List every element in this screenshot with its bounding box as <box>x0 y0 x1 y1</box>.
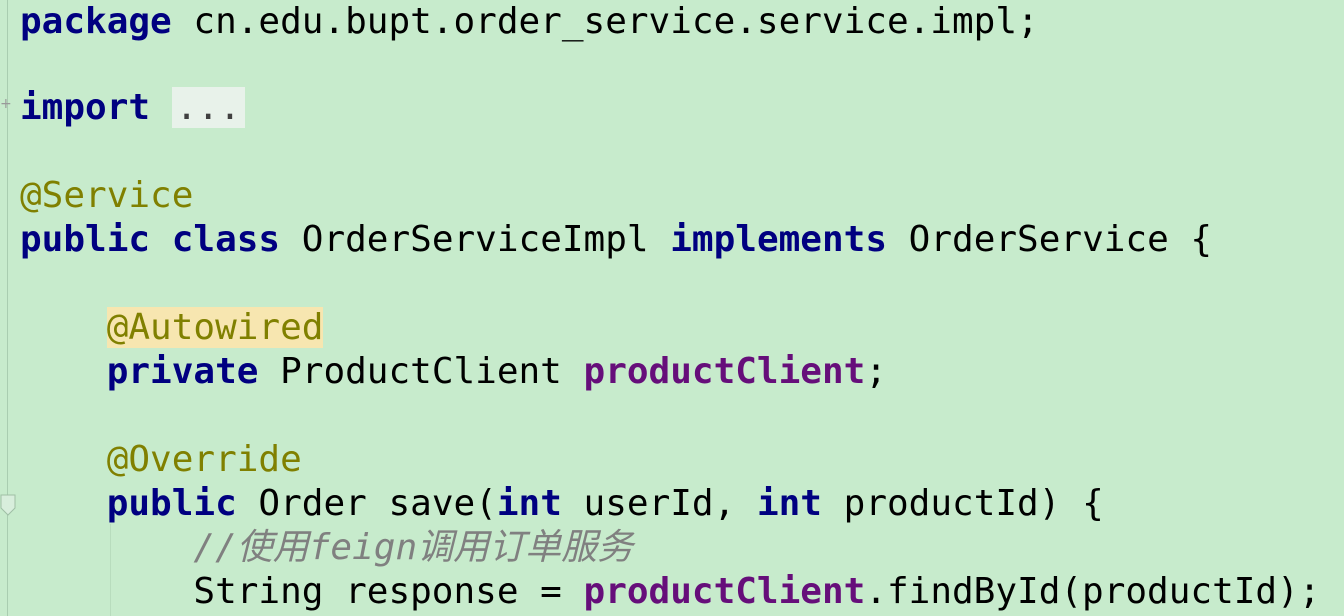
code-line-service-annotation: @Service <box>20 174 193 218</box>
param-productid: productId) { <box>821 483 1104 524</box>
code-line-comment: //使用feign调用订单服务 <box>20 526 633 570</box>
comment-feign: feign <box>308 527 418 568</box>
package-name: cn.edu.bupt.order_service.service.impl; <box>171 1 1039 42</box>
annotation-autowired: @Autowired <box>106 307 324 348</box>
import-fold-placeholder[interactable]: ... <box>171 87 245 128</box>
keyword-int-1: int <box>496 483 562 524</box>
gutter-divider <box>7 0 8 616</box>
field-type: ProductClient <box>258 351 584 392</box>
keyword-class: class <box>171 219 281 260</box>
statement-suffix: .findById(productId); <box>865 571 1321 612</box>
keyword-import: import <box>20 87 151 128</box>
annotation-service: @Service <box>20 175 194 216</box>
code-line-package: package cn.edu.bupt.order_service.servic… <box>20 0 1039 44</box>
interface-name: OrderService { <box>887 219 1213 260</box>
param-userid: userId, <box>561 483 757 524</box>
keyword-method-public: public <box>106 483 237 524</box>
code-line-method-signature: public Order save(int userId, int produc… <box>20 482 1104 526</box>
keyword-public: public <box>20 219 151 260</box>
statement-prefix: String response = <box>193 571 584 612</box>
semicolon: ; <box>865 351 887 392</box>
code-line-statement: String response = productClient.findById… <box>20 570 1320 614</box>
keyword-implements: implements <box>670 219 887 260</box>
class-name: OrderServiceImpl <box>280 219 671 260</box>
plus-icon[interactable]: + <box>0 97 14 111</box>
method-signature-start: Order save( <box>236 483 497 524</box>
statement-field: productClient <box>583 571 866 612</box>
comment-prefix: //使用 <box>193 527 309 568</box>
code-line-import: import ... <box>20 86 245 130</box>
annotation-override: @Override <box>106 439 302 480</box>
keyword-private: private <box>106 351 259 392</box>
comment-suffix: 调用订单服务 <box>417 527 634 568</box>
fold-marker-icon[interactable] <box>0 494 16 516</box>
keyword-package: package <box>20 1 172 42</box>
code-line-class-declaration: public class OrderServiceImpl implements… <box>20 218 1212 262</box>
keyword-int-2: int <box>756 483 822 524</box>
code-line-autowired: @Autowired <box>20 306 324 350</box>
code-line-field: private ProductClient productClient; <box>20 350 887 394</box>
code-line-override: @Override <box>20 438 302 482</box>
field-name: productClient <box>583 351 866 392</box>
code-editor[interactable]: package cn.edu.bupt.order_service.servic… <box>0 0 1344 616</box>
